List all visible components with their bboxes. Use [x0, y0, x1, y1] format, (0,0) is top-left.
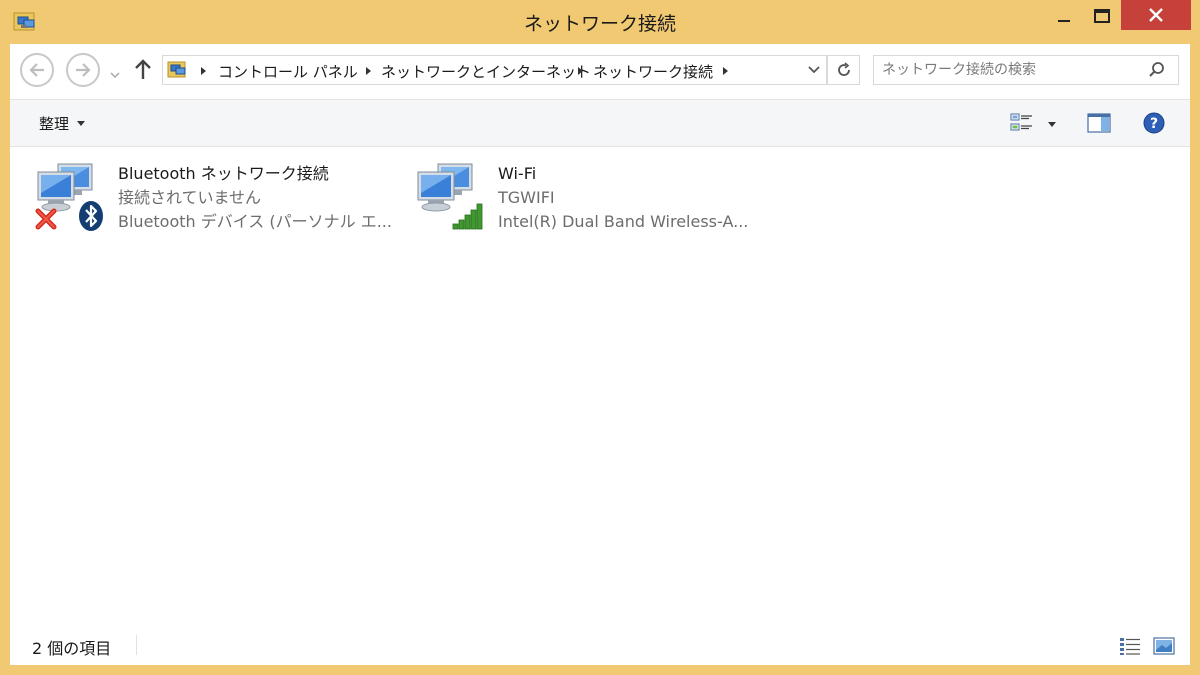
item-device: Bluetooth デバイス (パーソナル エ...: [118, 212, 392, 231]
organize-label: 整理: [39, 115, 70, 133]
status-bar: 2 個の項目: [10, 629, 1190, 665]
breadcrumb-network-internet[interactable]: ネットワークとインターネット: [381, 61, 591, 82]
forward-button[interactable]: [66, 53, 100, 87]
recent-locations-button[interactable]: [110, 64, 120, 83]
bluetooth-icon: [79, 201, 103, 231]
back-button[interactable]: [20, 53, 54, 87]
command-bar: 整理 ?: [10, 99, 1190, 147]
change-view-icon[interactable]: [1010, 112, 1034, 134]
item-count: 2 個の項目: [32, 639, 112, 658]
status-divider: [136, 635, 137, 655]
minimize-icon: [1058, 20, 1070, 22]
breadcrumb-separator[interactable]: [578, 67, 583, 75]
explorer-window: ネットワーク接続 コントロール パネル ネットワークとインターネット ネットワー…: [0, 0, 1200, 675]
title-bar[interactable]: ネットワーク接続: [0, 0, 1200, 44]
search-input[interactable]: [882, 60, 1142, 80]
arrow-right-icon: [76, 63, 91, 77]
breadcrumb-separator[interactable]: [366, 67, 371, 75]
large-icons-view-icon[interactable]: [1153, 636, 1175, 656]
chevron-down-icon: [808, 66, 820, 74]
arrow-left-icon: [29, 63, 44, 77]
file-list[interactable]: Bluetooth ネットワーク接続 接続されていません Bluetooth デ…: [10, 148, 1190, 618]
address-history-button[interactable]: [807, 62, 821, 82]
svg-text:?: ?: [1150, 116, 1158, 132]
item-text: Bluetooth ネットワーク接続 接続されていません Bluetooth デ…: [118, 162, 392, 234]
search-icon[interactable]: [1148, 61, 1166, 79]
refresh-icon: [837, 62, 850, 76]
window-title: ネットワーク接続: [523, 13, 676, 35]
up-button[interactable]: [134, 58, 152, 84]
breadcrumb-separator[interactable]: [201, 67, 206, 75]
list-item[interactable]: Bluetooth ネットワーク接続 接続されていません Bluetooth デ…: [34, 158, 404, 238]
chevron-down-icon: [110, 72, 120, 79]
help-icon[interactable]: ?: [1143, 112, 1165, 134]
item-device: Intel(R) Dual Band Wireless-A...: [498, 212, 749, 231]
refresh-button[interactable]: [827, 55, 860, 85]
address-bar[interactable]: コントロール パネル ネットワークとインターネット ネットワーク接続: [162, 55, 827, 85]
item-status: TGWIFI: [498, 188, 555, 207]
item-name: Bluetooth ネットワーク接続: [118, 164, 329, 183]
client-area: コントロール パネル ネットワークとインターネット ネットワーク接続 ネットワー…: [10, 44, 1190, 665]
organize-button[interactable]: 整理: [39, 113, 86, 134]
breadcrumb-separator[interactable]: [723, 67, 728, 75]
red-x-icon: [35, 208, 57, 230]
caret-down-icon: [1048, 122, 1056, 127]
navigation-bar: コントロール パネル ネットワークとインターネット ネットワーク接続: [10, 44, 1190, 99]
view-options-button[interactable]: [1048, 122, 1056, 127]
minimize-button[interactable]: [1044, 0, 1084, 32]
signal-bars-icon: [452, 203, 483, 230]
caret-down-icon: [77, 121, 86, 126]
item-name: Wi-Fi: [498, 164, 537, 183]
preview-pane-icon[interactable]: [1087, 113, 1111, 133]
list-item[interactable]: Wi-Fi TGWIFI Intel(R) Dual Band Wireless…: [414, 158, 784, 238]
arrow-up-icon: [135, 59, 151, 79]
breadcrumb-control-panel[interactable]: コントロール パネル: [218, 61, 358, 82]
breadcrumb-network-connections[interactable]: ネットワーク接続: [593, 61, 713, 82]
details-view-icon[interactable]: [1119, 636, 1141, 656]
maximize-icon: [1094, 9, 1110, 23]
item-status: 接続されていません: [118, 188, 262, 207]
network-folder-icon: [167, 61, 186, 78]
search-box[interactable]: [873, 55, 1179, 85]
item-text: Wi-Fi TGWIFI Intel(R) Dual Band Wireless…: [498, 162, 748, 234]
maximize-button[interactable]: [1084, 0, 1120, 32]
close-icon: [1149, 8, 1163, 22]
close-button[interactable]: [1121, 0, 1191, 30]
